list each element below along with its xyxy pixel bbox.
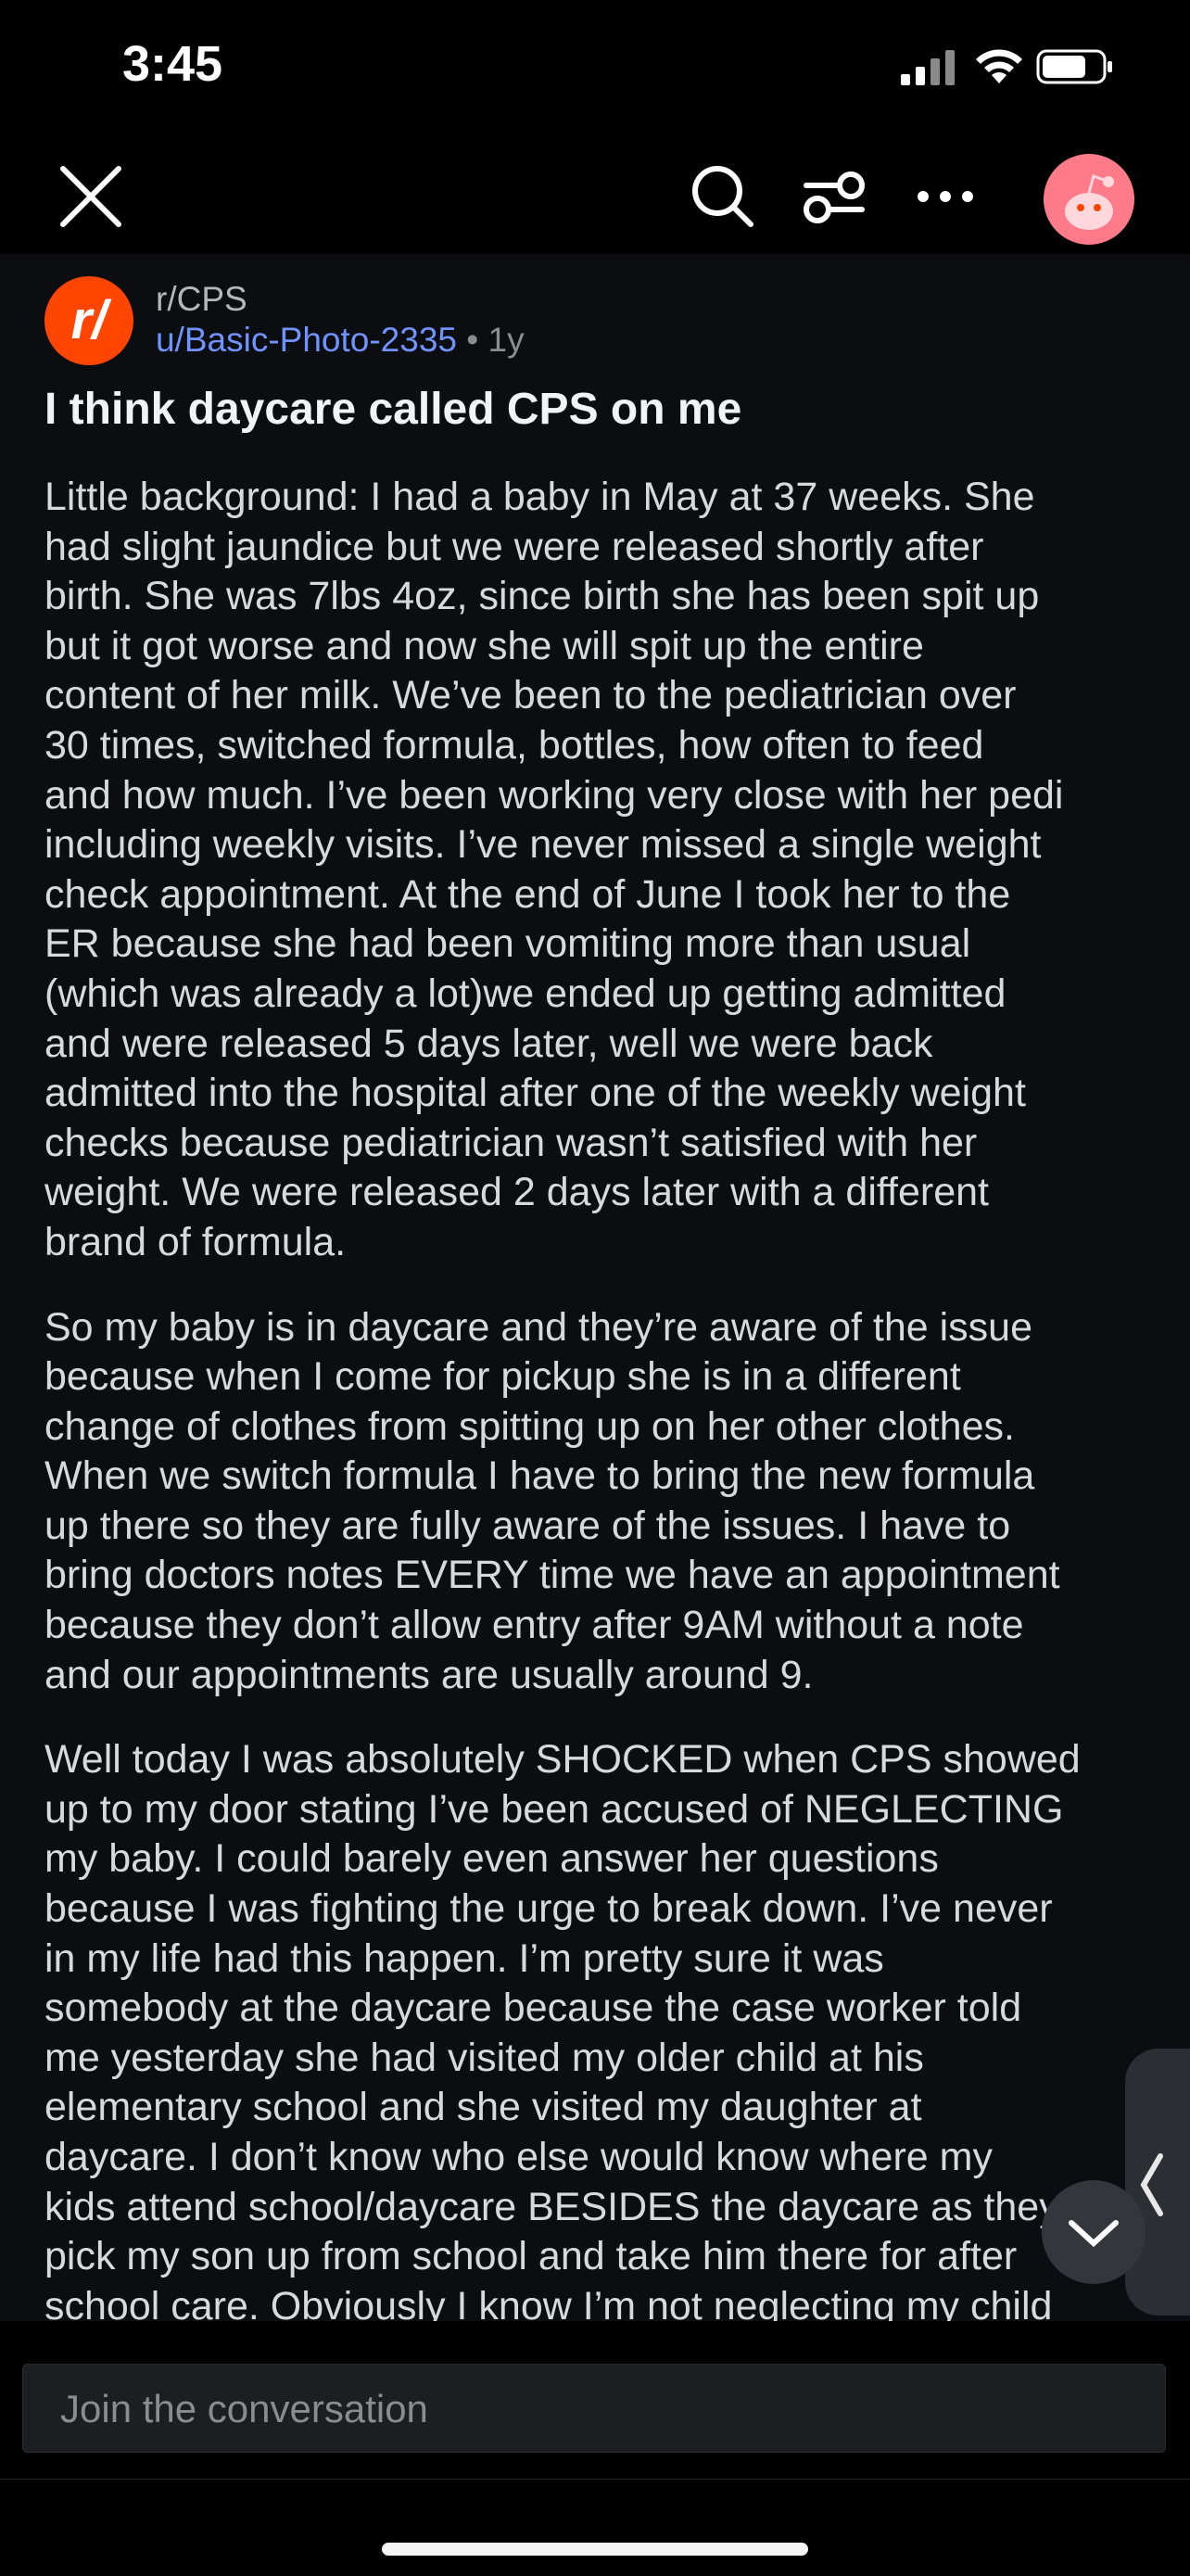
wifi-icon bbox=[976, 49, 1022, 83]
subreddit-icon[interactable]: r/ bbox=[44, 276, 133, 365]
post-body: Little background: I had a baby in May a… bbox=[44, 473, 1157, 2321]
scroll-down-button[interactable] bbox=[1042, 2180, 1146, 2284]
top-nav-bar bbox=[0, 139, 1190, 254]
home-indicator-area bbox=[0, 2479, 1190, 2576]
more-icon[interactable] bbox=[908, 159, 982, 234]
post-paragraph: Little background: I had a baby in May a… bbox=[44, 475, 1064, 1264]
author-link[interactable]: u/Basic-Photo-2335 bbox=[156, 321, 457, 359]
home-indicator[interactable] bbox=[382, 2543, 808, 2556]
status-bar: 3:45 bbox=[0, 0, 1190, 139]
chevron-down-icon bbox=[1069, 2220, 1119, 2248]
avatar-icon[interactable] bbox=[1044, 154, 1134, 245]
post-title: I think daycare called CPS on me bbox=[44, 385, 742, 434]
post-paragraph: So my baby is in daycare and they’re awa… bbox=[44, 1304, 1060, 1697]
subreddit-name[interactable]: r/CPS bbox=[156, 280, 247, 319]
comment-input[interactable]: Join the conversation bbox=[22, 2364, 1166, 2453]
post-content: r/ r/CPS u/Basic-Photo-2335 • 1y I think… bbox=[0, 254, 1190, 2321]
battery-icon bbox=[1036, 49, 1112, 84]
composer-bar: Join the conversation bbox=[0, 2321, 1190, 2479]
meta-separator: • bbox=[466, 321, 479, 359]
filter-icon[interactable] bbox=[797, 159, 871, 234]
post-age: 1y bbox=[487, 321, 525, 359]
post-paragraph: Well today I was absolutely SHOCKED when… bbox=[44, 1737, 1081, 2321]
post-meta: u/Basic-Photo-2335 • 1y bbox=[156, 321, 525, 360]
status-time: 3:45 bbox=[122, 36, 223, 92]
search-icon[interactable] bbox=[686, 159, 760, 234]
cellular-signal-icon bbox=[901, 50, 955, 85]
close-icon[interactable] bbox=[54, 159, 128, 234]
